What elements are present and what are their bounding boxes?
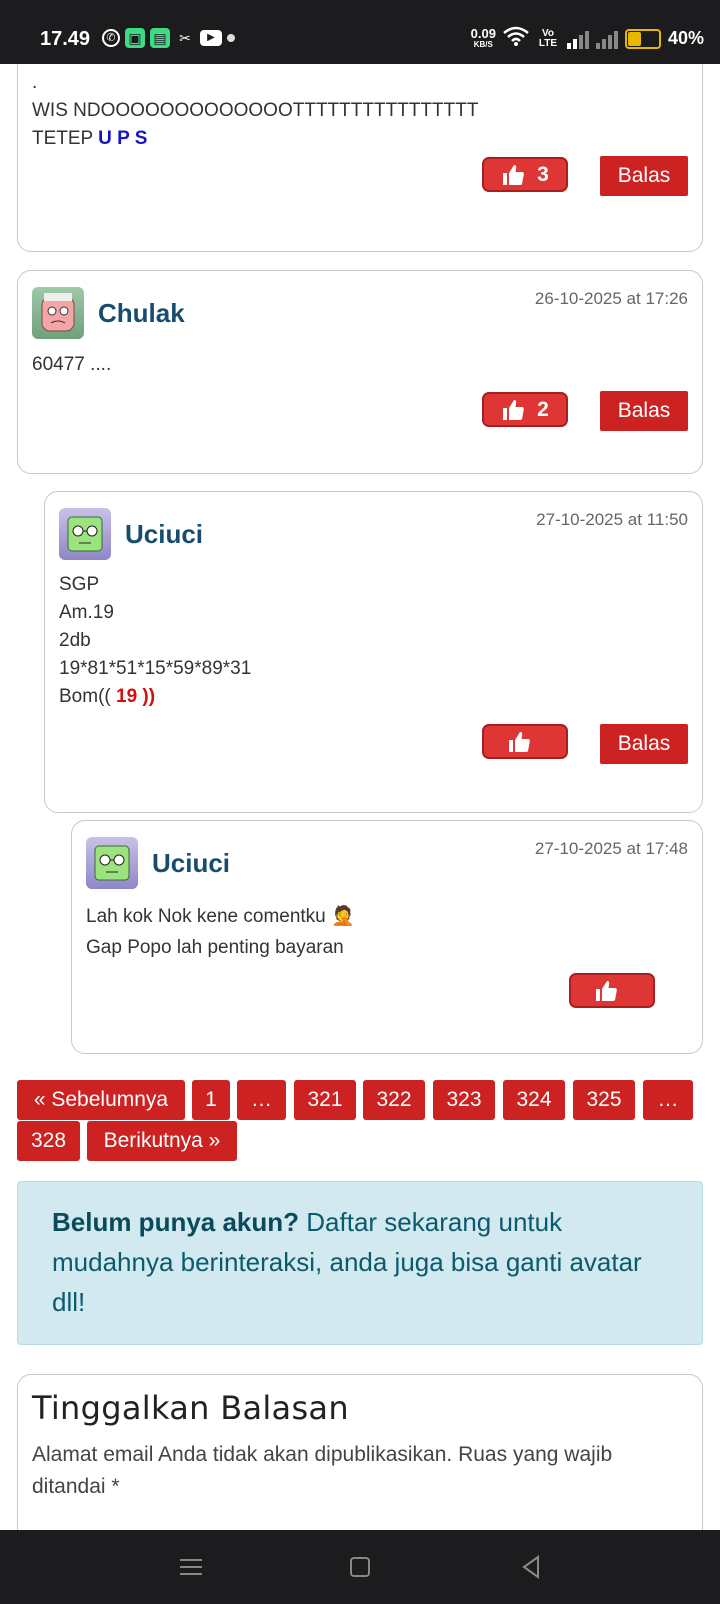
comment-date[interactable]: 26-10-2025 at 17:26: [535, 289, 688, 309]
thumbs-up-icon: [596, 980, 617, 1001]
scissors-icon: ✂: [179, 30, 191, 46]
reply-note: Alamat email Anda tidak akan dipublikasi…: [32, 1443, 613, 1498]
thumbs-up-icon: [503, 164, 524, 185]
comment-line: Am.19: [59, 602, 114, 623]
comment-line: SGP: [59, 574, 100, 595]
comment-line: Lah kok Nok kene comentku 🤦: [86, 906, 355, 927]
comment-card: Uciuci 27-10-2025 at 17:48 Lah kok Nok k…: [71, 820, 703, 1054]
like-button[interactable]: 3: [482, 157, 568, 192]
comment-line: Bom(( 19 )): [59, 686, 156, 707]
status-bar: 17.49 ✆ ▣ ▤ ✂ ▶ 0.09 KB/S Vo LTE 40%: [0, 0, 720, 64]
page-ellipsis: …: [643, 1080, 693, 1120]
app-icon: ▣: [125, 28, 145, 48]
register-notice: Belum punya akun? Daftar sekarang untuk …: [17, 1181, 703, 1345]
page-ellipsis: …: [237, 1080, 286, 1120]
emphasis-text: U P S: [98, 128, 148, 149]
comment-line: WIS NDOOOOOOOOOOOOOTTTTTTTTTTTTTTTT: [32, 100, 479, 121]
like-button[interactable]: 2: [482, 392, 568, 427]
comment-card: Uciuci 27-10-2025 at 11:50 SGP Am.19 2db…: [44, 491, 703, 813]
page-link[interactable]: 323: [433, 1080, 495, 1120]
battery-level: 40%: [667, 28, 704, 48]
whatsapp-icon: ✆: [102, 29, 120, 47]
comment-line: TETEP U P S: [32, 128, 148, 149]
comment-card: Chulak 26-10-2025 at 17:26 60477 .... 2 …: [17, 270, 703, 474]
youtube-icon: ▶: [200, 30, 222, 46]
battery-icon: [624, 28, 661, 49]
avatar: [59, 508, 111, 560]
prev-page-button[interactable]: « Sebelumnya: [17, 1080, 185, 1120]
messages-icon: ▤: [150, 28, 170, 48]
like-button[interactable]: [569, 973, 655, 1008]
page-link[interactable]: 328: [17, 1121, 80, 1161]
emphasis-text: 19 )): [116, 686, 156, 707]
reply-button[interactable]: Balas: [600, 156, 688, 196]
comment-line: 60477 ....: [32, 354, 112, 375]
comment-body: Lah kok Nok kene comentku 🤦 Gap Popo lah…: [86, 901, 355, 963]
page-link[interactable]: 322: [363, 1080, 425, 1120]
comment-body: SGP Am.19 2db 19*81*51*15*59*89*31 Bom((…: [59, 571, 251, 711]
comment-line: 19*81*51*15*59*89*31: [59, 658, 252, 679]
signal-icon-2: [595, 29, 618, 49]
comment-author[interactable]: Uciuci: [152, 848, 230, 879]
notice-bold: Belum punya akun?: [52, 1207, 300, 1237]
comment-author[interactable]: Uciuci: [125, 519, 203, 550]
notification-icons: ✆ ▣ ▤ ✂ ▶: [102, 28, 235, 48]
comment-date[interactable]: 27-10-2025 at 17:48: [535, 839, 688, 859]
volte-label: Vo LTE: [538, 27, 558, 49]
like-button[interactable]: [482, 724, 568, 759]
dot-icon: [227, 34, 235, 42]
reply-title: Tinggalkan Balasan: [32, 1389, 349, 1427]
back-icon[interactable]: [516, 1552, 546, 1582]
page-link[interactable]: 325: [573, 1080, 635, 1120]
reply-form: Tinggalkan Balasan Alamat email Anda tid…: [17, 1374, 703, 1530]
comment-line: 2db: [59, 630, 91, 651]
thumbs-up-icon: [503, 399, 524, 420]
clock: 17.49: [40, 28, 91, 50]
avatar: [32, 287, 84, 339]
page-content: . WIS NDOOOOOOOOOOOOOTTTTTTTTTTTTTTTT TE…: [0, 64, 720, 1530]
avatar: [86, 837, 138, 889]
signal-icon: [566, 29, 589, 49]
like-count: 2: [537, 397, 549, 421]
comment-line: Gap Popo lah penting bayaran: [86, 937, 344, 958]
thumbs-up-icon: [509, 731, 530, 752]
home-icon[interactable]: [345, 1552, 375, 1582]
comment-author[interactable]: Chulak: [98, 298, 185, 329]
page-link[interactable]: 324: [503, 1080, 565, 1120]
comment-body: 60477 ....: [32, 351, 111, 379]
next-page-button[interactable]: Berikutnya »: [87, 1121, 237, 1161]
reply-button[interactable]: Balas: [600, 391, 688, 431]
comment-line: .: [32, 72, 38, 93]
comment-date[interactable]: 27-10-2025 at 11:50: [536, 510, 688, 530]
navigation-bar: [0, 1530, 720, 1604]
status-right: 0.09 KB/S Vo LTE 40%: [471, 26, 704, 51]
like-count: 3: [537, 162, 549, 186]
menu-icon[interactable]: [176, 1552, 206, 1582]
comment-body: . WIS NDOOOOOOOOOOOOOTTTTTTTTTTTTTTTT TE…: [32, 69, 672, 153]
comment-card: . WIS NDOOOOOOOOOOOOOTTTTTTTTTTTTTTTT TE…: [17, 64, 703, 252]
wifi-icon: [503, 26, 529, 51]
net-speed: 0.09 KB/S: [470, 25, 496, 49]
reply-button[interactable]: Balas: [600, 724, 688, 764]
page-link[interactable]: 1: [192, 1080, 230, 1120]
page-link[interactable]: 321: [294, 1080, 356, 1120]
